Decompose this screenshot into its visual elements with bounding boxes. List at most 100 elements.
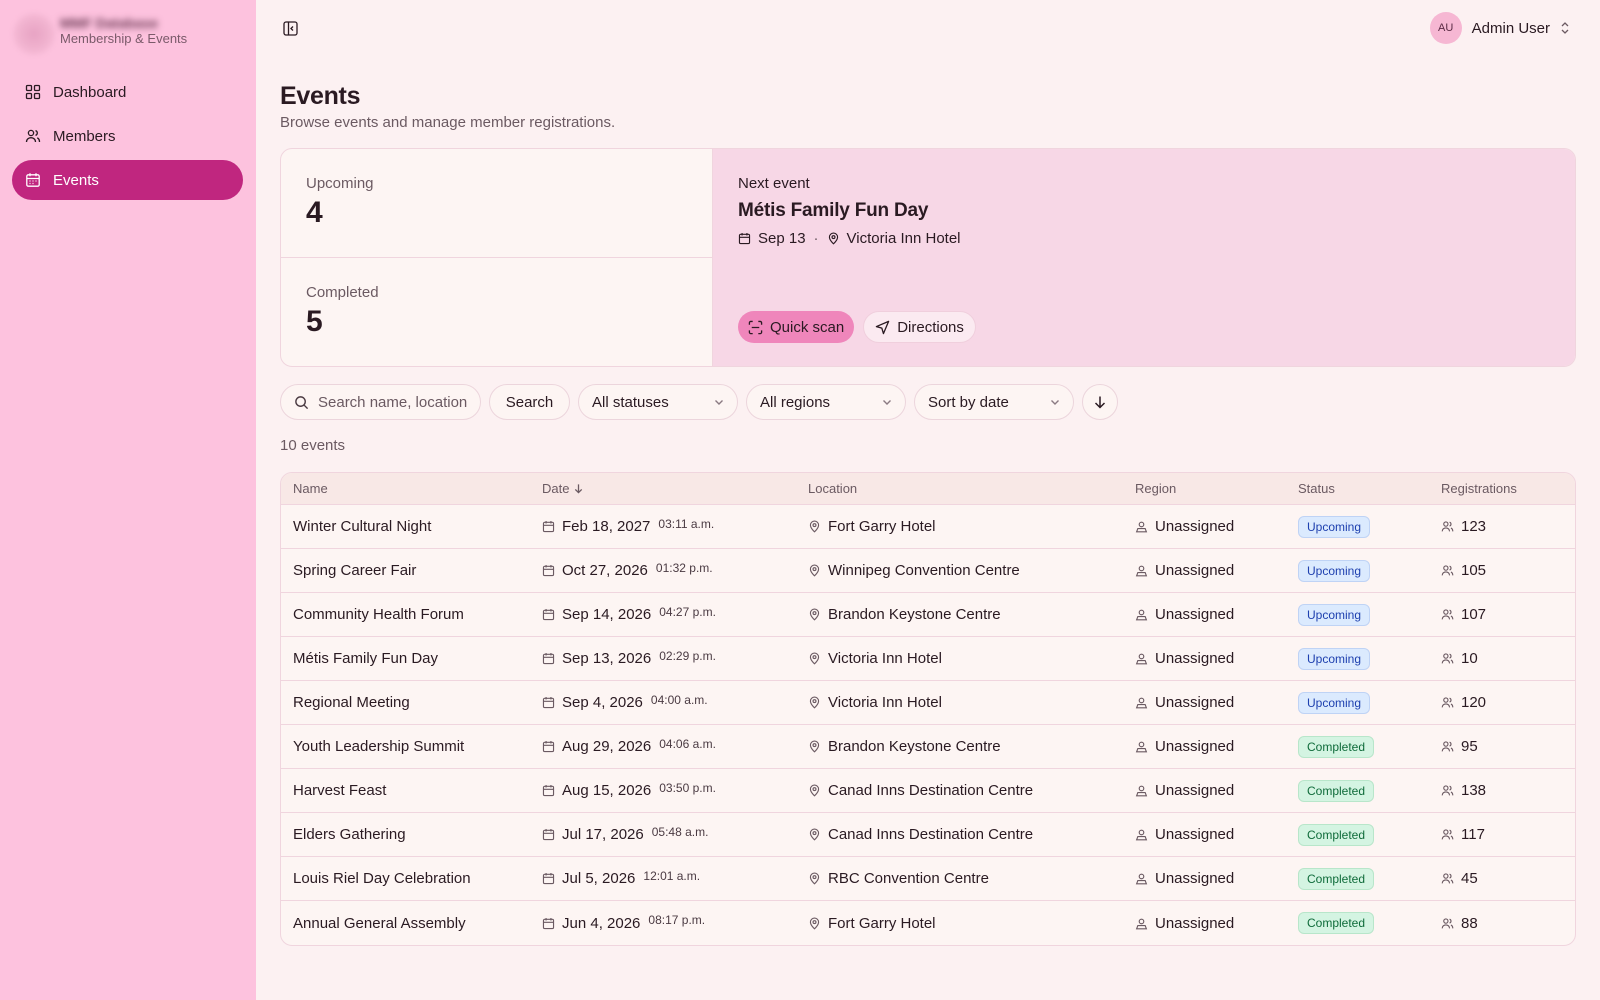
- scan-icon: [748, 320, 763, 334]
- next-event-meta: Sep 13 · Victoria Inn Hotel: [738, 230, 1575, 247]
- event-date: Sep 14, 2026: [562, 606, 652, 623]
- upcoming-label: Upcoming: [306, 175, 374, 192]
- calendar-icon: [542, 609, 555, 621]
- event-time: 08:17 p.m.: [648, 913, 706, 927]
- event-date: Oct 27, 2026: [562, 562, 648, 579]
- column-header-name[interactable]: Name: [281, 481, 542, 496]
- event-region: Unassigned: [1155, 562, 1235, 579]
- sidebar-nav: Dashboard Members Events: [12, 72, 243, 204]
- brand[interactable]: MMF Database Membership & Events: [12, 10, 242, 58]
- map-pin-icon: [809, 740, 820, 753]
- event-date-cell: Jul 17, 2026 05:48 a.m.: [542, 824, 808, 843]
- table-row[interactable]: Louis Riel Day Celebration Jul 5, 2026 1…: [281, 857, 1575, 901]
- region-filter-select[interactable]: All regions: [746, 384, 906, 420]
- event-date-cell: Oct 27, 2026 01:32 p.m.: [542, 560, 808, 579]
- map-pin-icon: [809, 916, 820, 930]
- event-region: Unassigned: [1155, 650, 1235, 667]
- status-badge: Upcoming: [1298, 691, 1371, 714]
- search-icon: [295, 395, 309, 409]
- event-name: Spring Career Fair: [293, 562, 417, 579]
- search-input[interactable]: [318, 393, 478, 411]
- event-registrations-cell: 117: [1441, 826, 1575, 843]
- sidebar-toggle-button[interactable]: [280, 18, 300, 38]
- user-pin-icon: [1135, 697, 1148, 709]
- sort-direction-button[interactable]: [1082, 384, 1118, 420]
- event-registrations: 45: [1461, 870, 1478, 887]
- table-row[interactable]: Community Health Forum Sep 14, 2026 04:2…: [281, 593, 1575, 637]
- event-registrations: 10: [1461, 650, 1478, 667]
- quick-scan-label: Quick scan: [770, 318, 845, 336]
- status-filter-select[interactable]: All statuses: [578, 384, 738, 420]
- map-pin-icon: [809, 608, 820, 621]
- next-event-actions: Quick scan Directions: [738, 311, 976, 343]
- event-region: Unassigned: [1155, 518, 1235, 535]
- event-name: Regional Meeting: [293, 694, 410, 711]
- arrow-down-icon: [1094, 396, 1106, 409]
- users-icon: [1441, 565, 1454, 576]
- user-menu[interactable]: AU Admin User: [1429, 12, 1570, 44]
- event-registrations-cell: 88: [1441, 915, 1575, 932]
- chevron-up-down-icon: [1561, 22, 1569, 34]
- sort-select[interactable]: Sort by date: [914, 384, 1074, 420]
- calendar-icon: [542, 741, 555, 753]
- event-status-cell: Upcoming: [1298, 691, 1441, 714]
- event-status-cell: Upcoming: [1298, 559, 1441, 582]
- table-row[interactable]: Winter Cultural Night Feb 18, 2027 03:11…: [281, 505, 1575, 549]
- quick-scan-button[interactable]: Quick scan: [738, 311, 855, 343]
- table-row[interactable]: Elders Gathering Jul 17, 2026 05:48 a.m.…: [281, 813, 1575, 857]
- event-location-cell: Victoria Inn Hotel: [808, 694, 1135, 711]
- event-location: RBC Convention Centre: [828, 870, 989, 887]
- event-time: 04:00 a.m.: [650, 692, 708, 707]
- column-header-date[interactable]: Date: [542, 481, 808, 496]
- results-count: 10 events: [280, 437, 346, 454]
- table-body: Winter Cultural Night Feb 18, 2027 03:11…: [281, 505, 1575, 945]
- table-row[interactable]: Harvest Feast Aug 15, 2026 03:50 p.m. Ca…: [281, 769, 1575, 813]
- sidebar-item-members[interactable]: Members: [12, 116, 243, 156]
- event-location: Canad Inns Destination Centre: [828, 826, 1034, 843]
- event-registrations-cell: 95: [1441, 738, 1575, 755]
- next-event-panel: Next event Métis Family Fun Day Sep 13 ·…: [712, 149, 1575, 366]
- event-registrations: 95: [1461, 738, 1478, 755]
- search-button[interactable]: Search: [489, 384, 570, 420]
- column-header-registrations[interactable]: Registrations: [1441, 481, 1575, 496]
- table-row[interactable]: Annual General Assembly Jun 4, 2026 08:1…: [281, 901, 1575, 945]
- status-badge: Completed: [1298, 779, 1375, 802]
- event-time: 04:06 a.m.: [659, 736, 716, 751]
- search-field[interactable]: [280, 384, 481, 420]
- event-registrations-cell: 138: [1441, 782, 1575, 799]
- map-pin-icon: [809, 696, 820, 709]
- separator: ·: [813, 230, 819, 247]
- sidebar-item-label: Dashboard: [53, 83, 127, 101]
- users-icon: [1441, 653, 1454, 664]
- table-row[interactable]: Youth Leadership Summit Aug 29, 2026 04:…: [281, 725, 1575, 769]
- table-row[interactable]: Regional Meeting Sep 4, 2026 04:00 a.m. …: [281, 681, 1575, 725]
- event-region-cell: Unassigned: [1135, 694, 1298, 711]
- map-pin-icon: [809, 828, 820, 841]
- calendar-icon: [542, 917, 555, 929]
- event-location-cell: Brandon Keystone Centre: [808, 606, 1135, 623]
- sidebar: MMF Database Membership & Events Dashboa…: [0, 0, 256, 1000]
- map-pin-icon: [809, 520, 820, 533]
- table-row[interactable]: Métis Family Fun Day Sep 13, 2026 02:29 …: [281, 637, 1575, 681]
- event-time: 01:32 p.m.: [655, 560, 713, 575]
- event-region-cell: Unassigned: [1135, 650, 1298, 667]
- column-header-location[interactable]: Location: [808, 481, 1135, 496]
- sidebar-item-dashboard[interactable]: Dashboard: [12, 72, 243, 112]
- event-time: 05:48 a.m.: [651, 824, 709, 839]
- users-icon: [1441, 521, 1454, 532]
- table-row[interactable]: Spring Career Fair Oct 27, 2026 01:32 p.…: [281, 549, 1575, 593]
- event-status-cell: Completed: [1298, 912, 1441, 934]
- column-header-region[interactable]: Region: [1135, 481, 1298, 496]
- status-badge: Completed: [1298, 912, 1375, 934]
- directions-button[interactable]: Directions: [863, 311, 976, 343]
- sidebar-item-label: Members: [53, 127, 116, 145]
- map-pin-icon: [828, 232, 838, 245]
- column-header-status[interactable]: Status: [1298, 481, 1441, 496]
- event-region: Unassigned: [1155, 914, 1235, 932]
- event-status-cell: Upcoming: [1298, 603, 1441, 626]
- status-badge: Upcoming: [1298, 603, 1371, 626]
- events-table: Name Date Location Region Status Registr…: [280, 472, 1576, 946]
- event-region: Unassigned: [1155, 606, 1235, 623]
- status-filter-value: All statuses: [592, 393, 669, 411]
- sidebar-item-events[interactable]: Events: [12, 160, 243, 200]
